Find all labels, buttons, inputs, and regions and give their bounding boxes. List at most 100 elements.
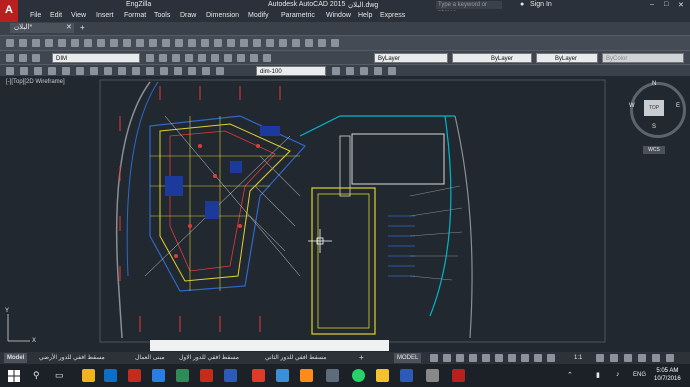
color-combo[interactable]: ByLayer: [374, 53, 448, 63]
status-tool-icon-3[interactable]: [638, 354, 646, 362]
close-icon[interactable]: ✕: [678, 1, 684, 9]
app-icon-8[interactable]: [326, 369, 339, 382]
style-tool-icon-9[interactable]: [132, 67, 140, 75]
plotstyle-combo[interactable]: ByColor: [602, 53, 684, 63]
status-toggle-icon-8[interactable]: [534, 354, 542, 362]
standard-toolbar-icon-16[interactable]: [214, 39, 222, 47]
app-icon-7[interactable]: [300, 369, 313, 382]
style-tool-icon-0[interactable]: [6, 67, 14, 75]
user-icon[interactable]: ●: [520, 1, 524, 8]
layer-tool-extra-icon-5[interactable]: [211, 54, 219, 62]
standard-toolbar-icon-10[interactable]: [136, 39, 144, 47]
app-icon-9[interactable]: [400, 369, 413, 382]
style-tool-extra-icon-1[interactable]: [346, 67, 354, 75]
style-tool-extra-icon-2[interactable]: [360, 67, 368, 75]
standard-toolbar-icon-6[interactable]: [84, 39, 92, 47]
style-tool-icon-13[interactable]: [188, 67, 196, 75]
standard-toolbar-icon-21[interactable]: [279, 39, 287, 47]
status-tool-icon-0[interactable]: [596, 354, 604, 362]
standard-toolbar-icon-23[interactable]: [305, 39, 313, 47]
viewcube-east[interactable]: E: [676, 103, 680, 109]
file-tab[interactable]: البلان*: [10, 23, 74, 33]
windows-start-icon[interactable]: [8, 370, 20, 382]
style-tool-icon-15[interactable]: [216, 67, 224, 75]
layer-tool-extra-icon-6[interactable]: [224, 54, 232, 62]
viewcube-west[interactable]: W: [629, 103, 635, 109]
layer-combo[interactable]: DIM: [52, 53, 140, 63]
clock[interactable]: 5:05 AM 10/7/2016: [654, 367, 681, 383]
viewcube-top-face[interactable]: TOP: [644, 100, 664, 116]
network-icon[interactable]: ▮: [596, 371, 600, 379]
calculator-icon[interactable]: [426, 369, 439, 382]
command-line[interactable]: [150, 340, 389, 351]
new-tab-icon[interactable]: +: [80, 23, 85, 32]
standard-toolbar-icon-17[interactable]: [227, 39, 235, 47]
tab-layout-ground[interactable]: مسقط افقي للدور الأرضي: [36, 353, 108, 363]
standard-toolbar-icon-8[interactable]: [110, 39, 118, 47]
viewcube-north[interactable]: N: [652, 81, 656, 87]
menu-express[interactable]: Express: [380, 12, 405, 19]
style-tool-icon-11[interactable]: [160, 67, 168, 75]
menu-view[interactable]: View: [71, 12, 86, 19]
whatsapp-icon[interactable]: [352, 369, 365, 382]
menu-insert[interactable]: Insert: [96, 12, 114, 19]
language-indicator[interactable]: ENG: [633, 372, 646, 378]
standard-toolbar-icon-9[interactable]: [123, 39, 131, 47]
add-layout-icon[interactable]: +: [356, 353, 367, 363]
standard-toolbar-icon-11[interactable]: [149, 39, 157, 47]
autocad-taskbar-icon[interactable]: [452, 369, 465, 382]
standard-toolbar-icon-20[interactable]: [266, 39, 274, 47]
style-tool-icon-2[interactable]: [34, 67, 42, 75]
style-tool-icon-6[interactable]: [90, 67, 98, 75]
tab-layout-second[interactable]: مسقط افقي للدور الثاني: [262, 353, 329, 363]
style-tool-icon-3[interactable]: [48, 67, 56, 75]
drawing-canvas[interactable]: [-][Top][2D Wireframe] Y X TOP N E S W W…: [0, 76, 690, 352]
app-icon-3[interactable]: [176, 369, 189, 382]
layer-tool-extra-icon-2[interactable]: [172, 54, 180, 62]
standard-toolbar-icon-19[interactable]: [253, 39, 261, 47]
status-toggle-icon-1[interactable]: [443, 354, 451, 362]
style-tool-extra-icon-4[interactable]: [388, 67, 396, 75]
app-icon-6[interactable]: [276, 369, 289, 382]
standard-toolbar-icon-22[interactable]: [292, 39, 300, 47]
layer-tool-icon-0[interactable]: [6, 54, 14, 62]
standard-toolbar-icon-13[interactable]: [175, 39, 183, 47]
annotation-scale[interactable]: 1:1: [574, 353, 582, 363]
sign-in-button[interactable]: Sign In: [530, 1, 552, 8]
standard-toolbar-icon-24[interactable]: [318, 39, 326, 47]
app-icon-2[interactable]: [152, 369, 165, 382]
app-icon-5[interactable]: [252, 369, 265, 382]
layer-tool-icon-2[interactable]: [32, 54, 40, 62]
dim-style-combo[interactable]: dim-100: [256, 66, 326, 76]
task-view-icon[interactable]: ▭: [55, 370, 64, 381]
standard-toolbar-icon-14[interactable]: [188, 39, 196, 47]
minimize-icon[interactable]: –: [650, 1, 654, 8]
standard-toolbar-icon-2[interactable]: [32, 39, 40, 47]
style-tool-icon-5[interactable]: [76, 67, 84, 75]
file-explorer-icon[interactable]: [82, 369, 95, 382]
app-menu-button[interactable]: A: [0, 0, 18, 22]
standard-toolbar-icon-5[interactable]: [71, 39, 79, 47]
app-icon-4[interactable]: [200, 369, 213, 382]
standard-toolbar-icon-25[interactable]: [331, 39, 339, 47]
viewcube-south[interactable]: S: [652, 124, 656, 130]
linetype-combo[interactable]: ByLayer: [452, 53, 532, 63]
status-toggle-icon-7[interactable]: [521, 354, 529, 362]
layer-tool-extra-icon-1[interactable]: [159, 54, 167, 62]
style-tool-icon-7[interactable]: [104, 67, 112, 75]
menu-edit[interactable]: Edit: [50, 12, 62, 19]
layer-tool-extra-icon-0[interactable]: [146, 54, 154, 62]
app-icon-1[interactable]: [128, 369, 141, 382]
style-tool-icon-12[interactable]: [174, 67, 182, 75]
standard-toolbar-icon-0[interactable]: [6, 39, 14, 47]
menu-parametric[interactable]: Parametric: [281, 12, 315, 19]
menu-file[interactable]: File: [30, 12, 41, 19]
status-toggle-icon-6[interactable]: [508, 354, 516, 362]
tab-layout-first[interactable]: مسقط افقي للدور الاول: [176, 353, 242, 363]
edge-icon[interactable]: [104, 369, 117, 382]
status-tool-icon-4[interactable]: [652, 354, 660, 362]
menu-help[interactable]: Help: [358, 12, 372, 19]
menu-format[interactable]: Format: [124, 12, 146, 19]
standard-toolbar-icon-4[interactable]: [58, 39, 66, 47]
layer-tool-extra-icon-3[interactable]: [185, 54, 193, 62]
